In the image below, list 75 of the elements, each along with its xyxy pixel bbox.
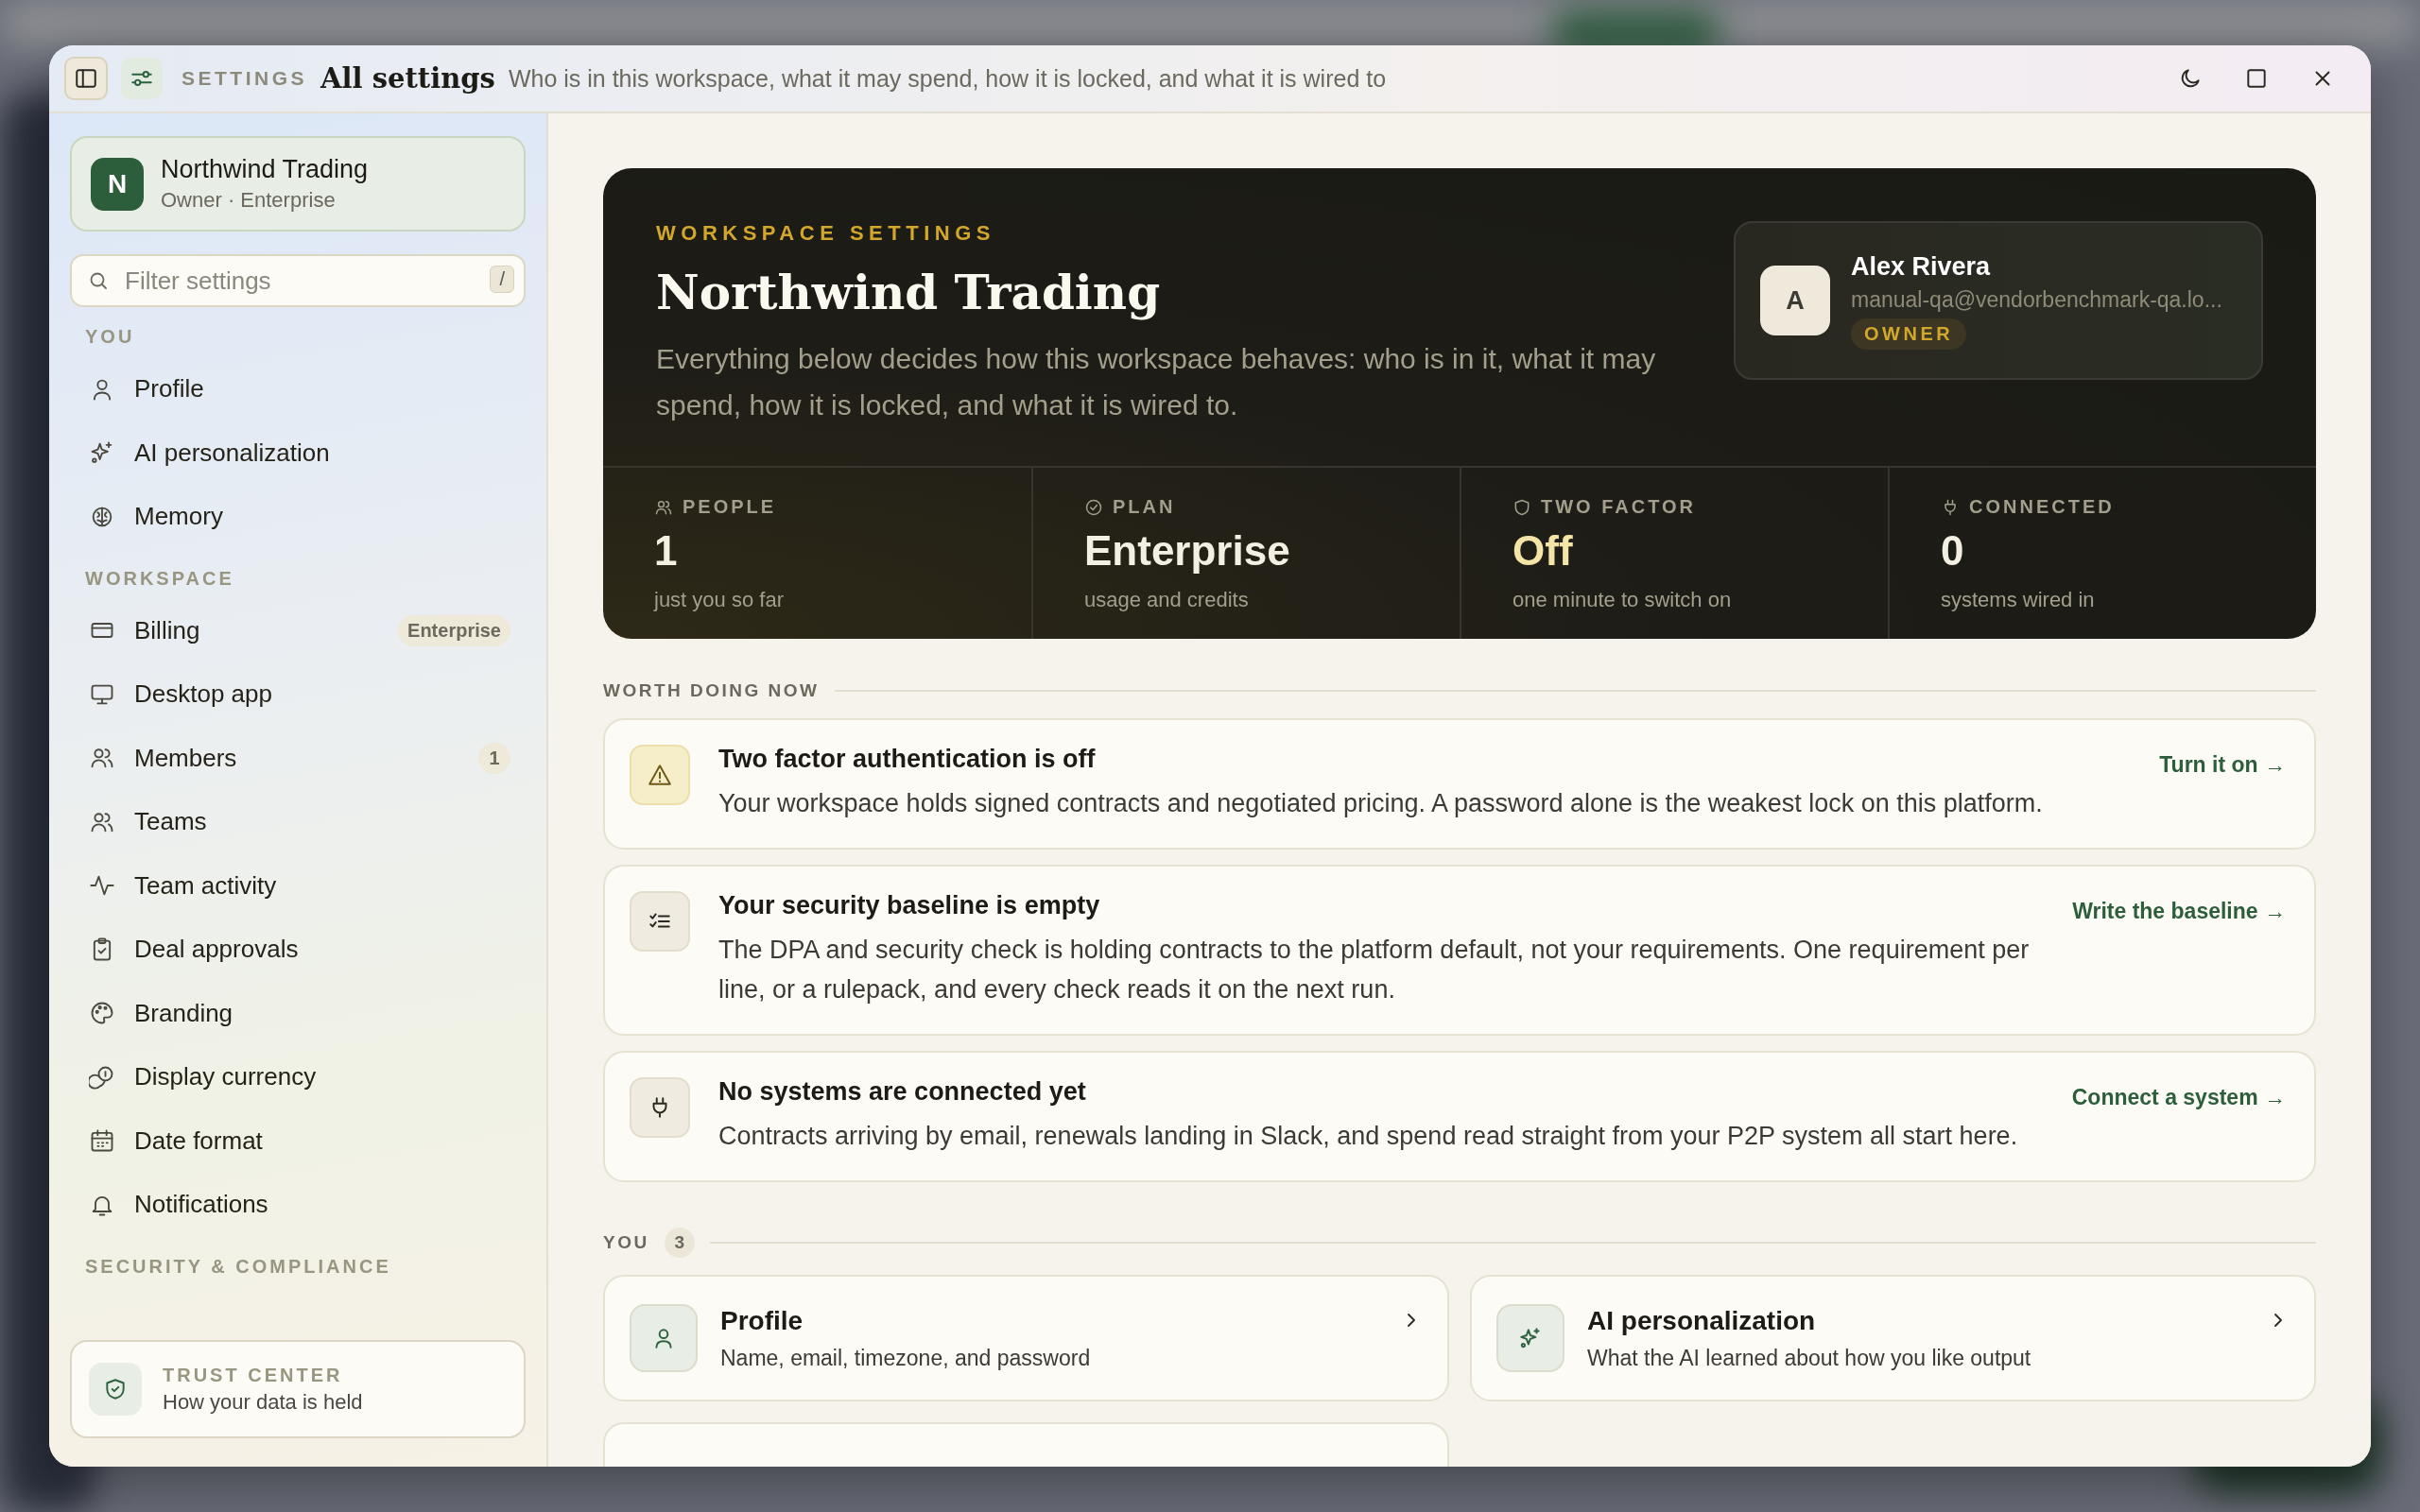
stat-value: Off xyxy=(1512,527,1574,575)
sidebar-item[interactable]: Branding xyxy=(70,981,526,1045)
settings-card[interactable]: AI personalization What the AI learned about how you like output xyxy=(1470,1275,2316,1401)
trust-center-card[interactable]: TRUST CENTER How your data is held xyxy=(70,1340,526,1438)
count-badge: 3 xyxy=(664,1228,695,1258)
stat-note: one minute to switch on xyxy=(1512,588,1733,612)
window-title: All settings xyxy=(320,62,495,94)
check-circle-icon xyxy=(1084,497,1103,517)
sidebar-item[interactable]: Desktop app xyxy=(70,662,526,727)
maximize-icon xyxy=(2244,66,2269,91)
workspace-avatar: N xyxy=(91,157,144,211)
sidebar-toggle-button[interactable] xyxy=(64,57,108,100)
stat-note: just you so far xyxy=(654,588,785,612)
sidebar-item[interactable]: Memory xyxy=(70,485,526,549)
action-link[interactable]: Connect a system → xyxy=(2071,1085,2286,1110)
user-avatar: A xyxy=(1760,266,1830,335)
sidebar-icon xyxy=(74,66,98,91)
sidebar-item[interactable]: Notifications xyxy=(70,1173,526,1237)
group-label: YOU xyxy=(85,326,136,348)
sidebar-item[interactable]: Members 1 xyxy=(70,726,526,790)
sidebar-item[interactable]: Profile xyxy=(70,357,526,421)
hero-eyebrow: WORKSPACE SETTINGS xyxy=(656,221,996,246)
stat-label: TWO FACTOR xyxy=(1541,496,1697,518)
stat-label: CONNECTED xyxy=(1969,496,2115,518)
card-title: AI personalization xyxy=(1587,1305,1817,1336)
settings-card[interactable]: Profile Name, email, timezone, and password xyxy=(603,1275,1449,1401)
card-subtitle: Name, email, timezone, and password xyxy=(720,1345,1092,1371)
action-link[interactable]: Turn it on → xyxy=(2159,752,2286,778)
hero-title: Northwind Trading xyxy=(656,265,1162,320)
sidebar-item[interactable]: Billing Enterprise xyxy=(70,598,526,662)
shield-icon xyxy=(89,1363,142,1416)
sidebar-item[interactable]: Deal approvals xyxy=(70,918,526,982)
sidebar-item[interactable]: Display currency xyxy=(70,1045,526,1109)
shortcut-key: / xyxy=(490,266,514,293)
group-label: WORKSPACE xyxy=(85,567,235,590)
workspace-name: Northwind Trading xyxy=(161,155,369,184)
window-subtitle: Who is in this workspace, what it may spend, how it is locked, and what it is wired to xyxy=(508,64,1387,93)
stat-value: 0 xyxy=(1941,527,1965,575)
trust-center-subtitle: How your data is held xyxy=(163,1389,363,1415)
workspace-switcher[interactable]: N Northwind Trading Owner · Enterprise xyxy=(70,136,526,232)
role-badge: OWNER xyxy=(1851,318,1967,350)
stat-note: systems wired in xyxy=(1941,588,2096,612)
suggestion-title: Two factor authentication is off xyxy=(718,745,1097,774)
sparkle-icon xyxy=(1496,1304,1564,1372)
suggestion-text: The DPA and security check is holding contracts to the platform default, not your requirements. One requirement per line, or a rulepack, and every check reads it on the next run. xyxy=(718,935,2031,1005)
suggestion-text: Contracts arriving by email, renewals landing in Slack, and spend read straight from your P2P system all start here. xyxy=(718,1121,2019,1152)
stat-value: 1 xyxy=(654,527,679,575)
card-subtitle: What the AI learned about how you like output xyxy=(1587,1345,2032,1371)
suggestion-title: Your security baseline is empty xyxy=(718,891,1101,920)
trust-center-title: TRUST CENTER xyxy=(163,1364,344,1386)
count-badge: 1 xyxy=(478,742,510,774)
section-heading: WORTH DOING NOW xyxy=(603,680,820,701)
suggestion-text: Your workspace holds signed contracts and negotiated pricing. A password alone is the weakest lock on this platform. xyxy=(718,788,2044,819)
user-name: Alex Rivera xyxy=(1851,251,1991,282)
stat-label: PEOPLE xyxy=(683,496,777,518)
action-link[interactable]: Write the baseline → xyxy=(2072,899,2286,924)
stat-label: PLAN xyxy=(1113,496,1176,518)
sidebar-item[interactable]: Teams xyxy=(70,790,526,854)
sliders-icon xyxy=(121,58,163,99)
shield-icon xyxy=(1512,497,1531,517)
sidebar-item[interactable]: Team activity xyxy=(70,853,526,918)
count-badge: Enterprise xyxy=(398,614,510,646)
workspace-role: Owner · Enterprise xyxy=(161,188,337,213)
person-icon xyxy=(630,1304,698,1372)
user-email: manual-qa@vendorbenchmark-qa.lo... xyxy=(1851,286,2222,313)
group-label: SECURITY & COMPLIANCE xyxy=(85,1255,392,1278)
hero-description: Everything below decides how this workspace behaves: who is in it, what it may spend, how it is locked, and what it is wired to. xyxy=(656,342,1657,422)
section-heading: YOU xyxy=(603,1232,649,1253)
stat-value: Enterprise xyxy=(1084,527,1291,575)
sidebar-item[interactable]: Date format xyxy=(70,1108,526,1173)
card-title: Profile xyxy=(720,1305,804,1336)
suggestion-title: No systems are connected yet xyxy=(718,1077,1087,1107)
section-label: SETTINGS xyxy=(182,67,307,90)
sidebar-item[interactable]: AI personalization xyxy=(70,421,526,485)
stat-note: usage and credits xyxy=(1084,588,1250,612)
